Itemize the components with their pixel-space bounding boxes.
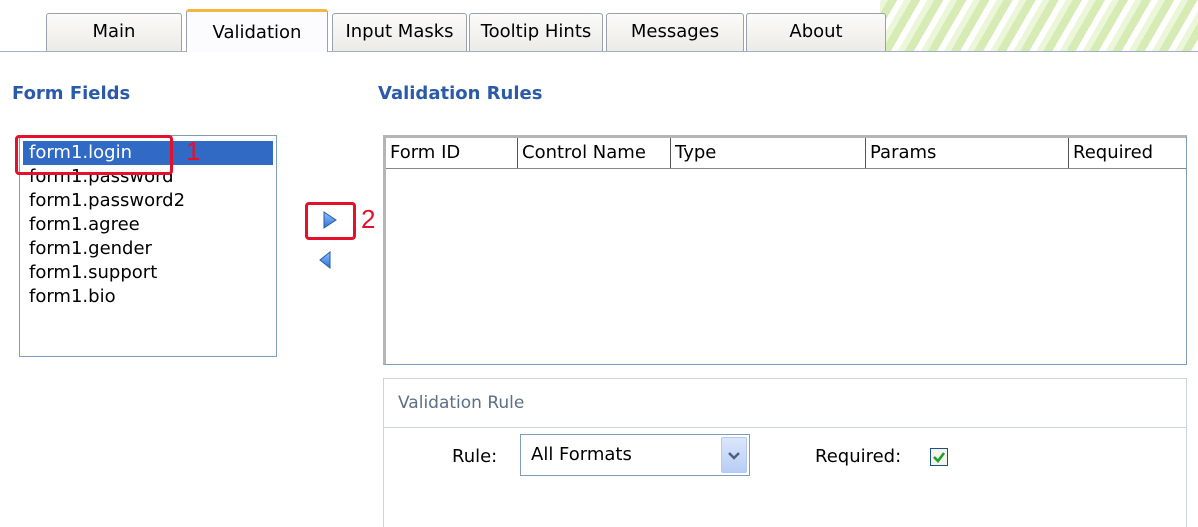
tab-main[interactable]: Main bbox=[46, 13, 182, 51]
list-item-form1-agree[interactable]: form1.agree bbox=[23, 213, 273, 237]
list-item-form1-password2[interactable]: form1.password2 bbox=[23, 189, 273, 213]
column-header-type[interactable]: Type bbox=[671, 138, 866, 168]
form-fields-title: Form Fields bbox=[12, 83, 131, 104]
tab-tooltip-hints[interactable]: Tooltip Hints bbox=[469, 13, 603, 51]
tab-messages[interactable]: Messages bbox=[606, 13, 744, 51]
rule-label: Rule: bbox=[452, 446, 498, 467]
triangle-right-icon bbox=[323, 211, 337, 229]
tab-validation[interactable]: Validation bbox=[186, 9, 328, 52]
annotation-number-1: 1 bbox=[186, 136, 201, 166]
required-label: Required: bbox=[815, 446, 902, 467]
validation-rule-group-title: Validation Rule bbox=[398, 393, 525, 413]
validation-rule-group: Validation Rule Rule: All Formats Requir… bbox=[383, 378, 1187, 527]
list-item-form1-gender[interactable]: form1.gender bbox=[23, 237, 273, 261]
group-divider bbox=[384, 427, 1186, 428]
column-header-required[interactable]: Required bbox=[1069, 138, 1186, 168]
column-header-control-name[interactable]: Control Name bbox=[518, 138, 671, 168]
add-rule-button[interactable] bbox=[320, 210, 340, 230]
tab-input-masks[interactable]: Input Masks bbox=[332, 13, 467, 51]
column-header-form-id[interactable]: Form ID bbox=[386, 138, 518, 168]
annotation-box-1 bbox=[15, 135, 173, 175]
tab-about[interactable]: About bbox=[746, 13, 886, 51]
annotation-number-2: 2 bbox=[361, 204, 376, 234]
rule-select-value: All Formats bbox=[531, 444, 632, 465]
rule-select[interactable]: All Formats bbox=[520, 434, 750, 476]
required-checkbox[interactable] bbox=[930, 448, 948, 466]
list-item-form1-bio[interactable]: form1.bio bbox=[23, 285, 273, 309]
grid-header: Form ID Control Name Type Params Require… bbox=[386, 138, 1186, 169]
triangle-left-icon bbox=[319, 250, 331, 270]
tab-strip-decoration bbox=[880, 0, 1198, 51]
checkmark-icon bbox=[933, 452, 946, 463]
chevron-down-icon[interactable] bbox=[721, 437, 747, 473]
list-item-form1-support[interactable]: form1.support bbox=[23, 261, 273, 285]
validation-rules-title: Validation Rules bbox=[378, 83, 543, 104]
column-header-params[interactable]: Params bbox=[866, 138, 1069, 168]
tab-strip: Main Validation Input Masks Tooltip Hint… bbox=[0, 0, 1198, 52]
remove-rule-button[interactable] bbox=[316, 250, 336, 270]
validation-rules-grid[interactable]: Form ID Control Name Type Params Require… bbox=[383, 135, 1187, 365]
